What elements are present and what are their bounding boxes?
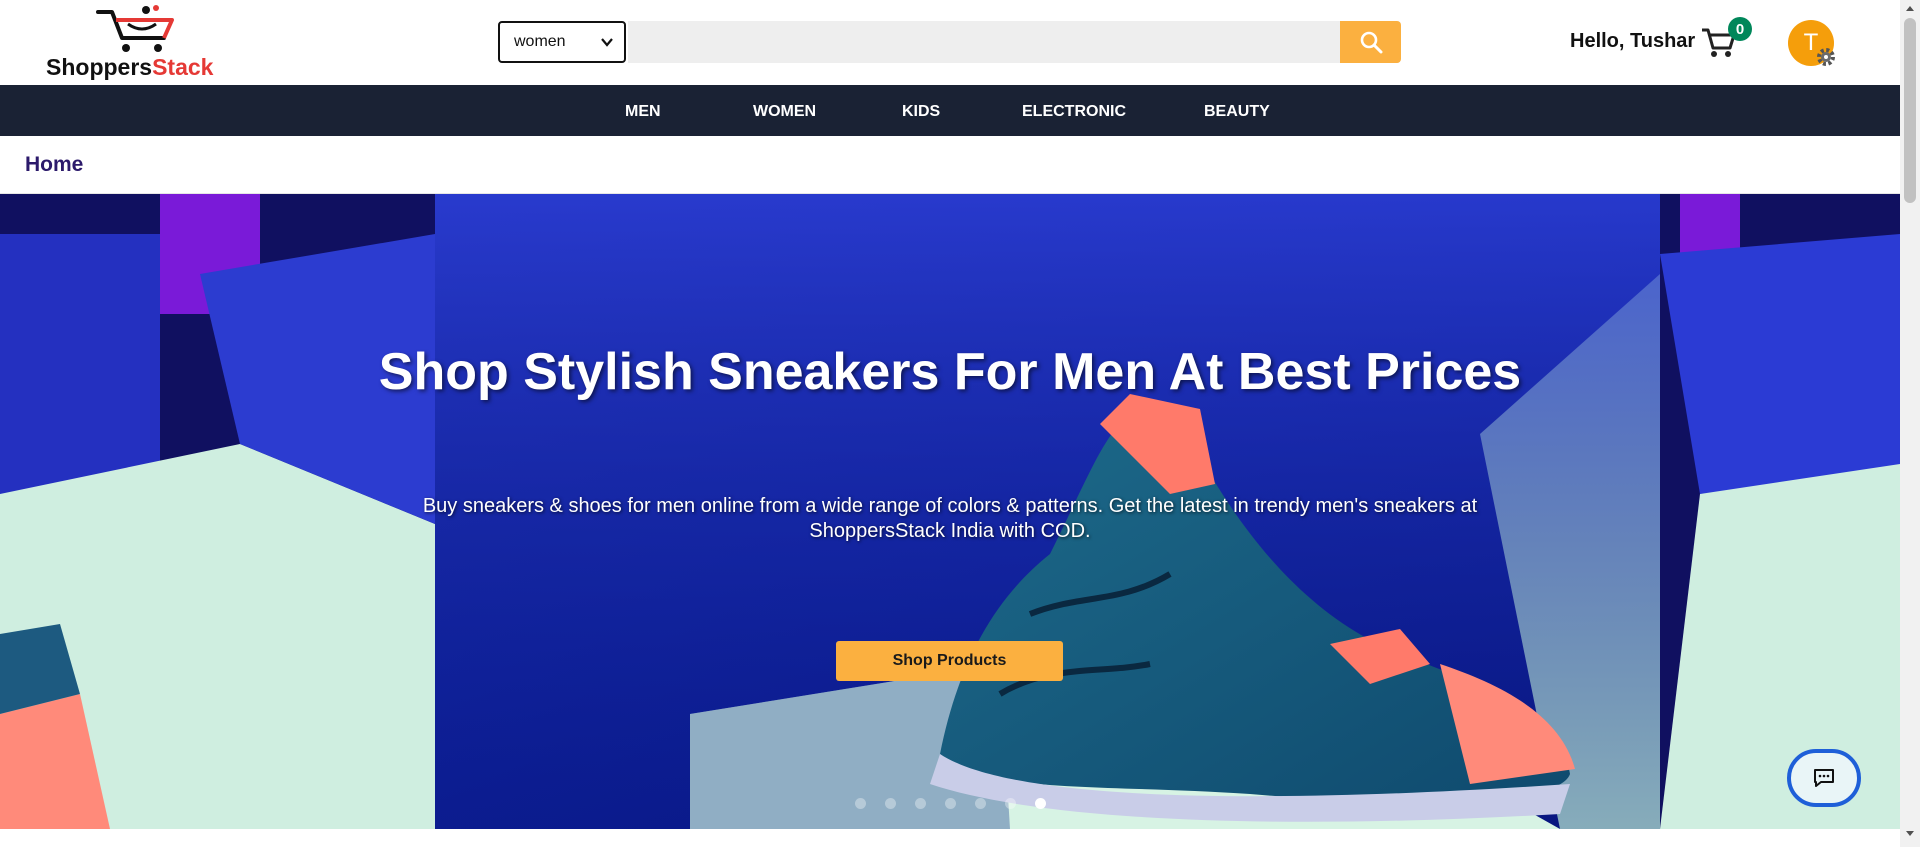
carousel-dot[interactable]: [945, 798, 956, 809]
nav-item-beauty[interactable]: BEAUTY: [1204, 103, 1270, 121]
hero-description: Buy sneakers & shoes for men online from…: [422, 495, 1478, 542]
nav-item-men[interactable]: MEN: [625, 103, 661, 121]
gear-icon[interactable]: [1815, 46, 1837, 68]
breadcrumb-home[interactable]: Home: [25, 153, 83, 177]
brand-name-part2: Stack: [152, 54, 214, 80]
carousel-dot-active[interactable]: [1035, 798, 1046, 809]
chat-icon: [1814, 769, 1834, 787]
hero-title: Shop Stylish Sneakers For Men At Best Pr…: [378, 343, 1522, 401]
category-select[interactable]: women: [498, 21, 626, 63]
user-greeting: Hello, Tushar: [1570, 30, 1696, 52]
scroll-down-arrow-icon[interactable]: [1905, 830, 1915, 838]
nav-item-electronic[interactable]: ELECTRONIC: [1022, 103, 1126, 121]
carousel-dot[interactable]: [1005, 798, 1016, 809]
category-selected-value: women: [514, 33, 566, 50]
header: ShoppersStack women Hello, Tushar 0 T: [0, 0, 1900, 85]
scroll-up-arrow-icon[interactable]: [1905, 4, 1915, 12]
cart-count-badge: 0: [1728, 17, 1752, 41]
carousel-dot[interactable]: [975, 798, 986, 809]
search-button[interactable]: [1340, 21, 1401, 63]
logo[interactable]: ShoppersStack: [44, 4, 234, 82]
chat-button[interactable]: [1787, 749, 1861, 807]
page-scrollbar[interactable]: [1900, 0, 1920, 847]
shop-products-button[interactable]: Shop Products: [836, 641, 1063, 681]
scrollbar-thumb[interactable]: [1904, 18, 1916, 203]
carousel-dot[interactable]: [915, 798, 926, 809]
hero-banner: Shop Stylish Sneakers For Men At Best Pr…: [0, 194, 1900, 829]
cart-logo-icon: [96, 5, 174, 52]
nav-item-women[interactable]: WOMEN: [753, 103, 816, 121]
carousel-dot[interactable]: [885, 798, 896, 809]
search-input[interactable]: [628, 21, 1340, 63]
brand-name: ShoppersStack: [46, 54, 213, 81]
carousel-dot[interactable]: [855, 798, 866, 809]
nav-item-kids[interactable]: KIDS: [902, 103, 940, 121]
search-icon: [1360, 31, 1382, 54]
breadcrumb: Home: [0, 136, 1900, 194]
page-bottom-strip: [0, 829, 1900, 847]
main-nav: MEN WOMEN KIDS ELECTRONIC BEAUTY: [0, 85, 1900, 136]
brand-name-part1: Shoppers: [46, 54, 153, 80]
chevron-down-icon: [601, 38, 613, 47]
